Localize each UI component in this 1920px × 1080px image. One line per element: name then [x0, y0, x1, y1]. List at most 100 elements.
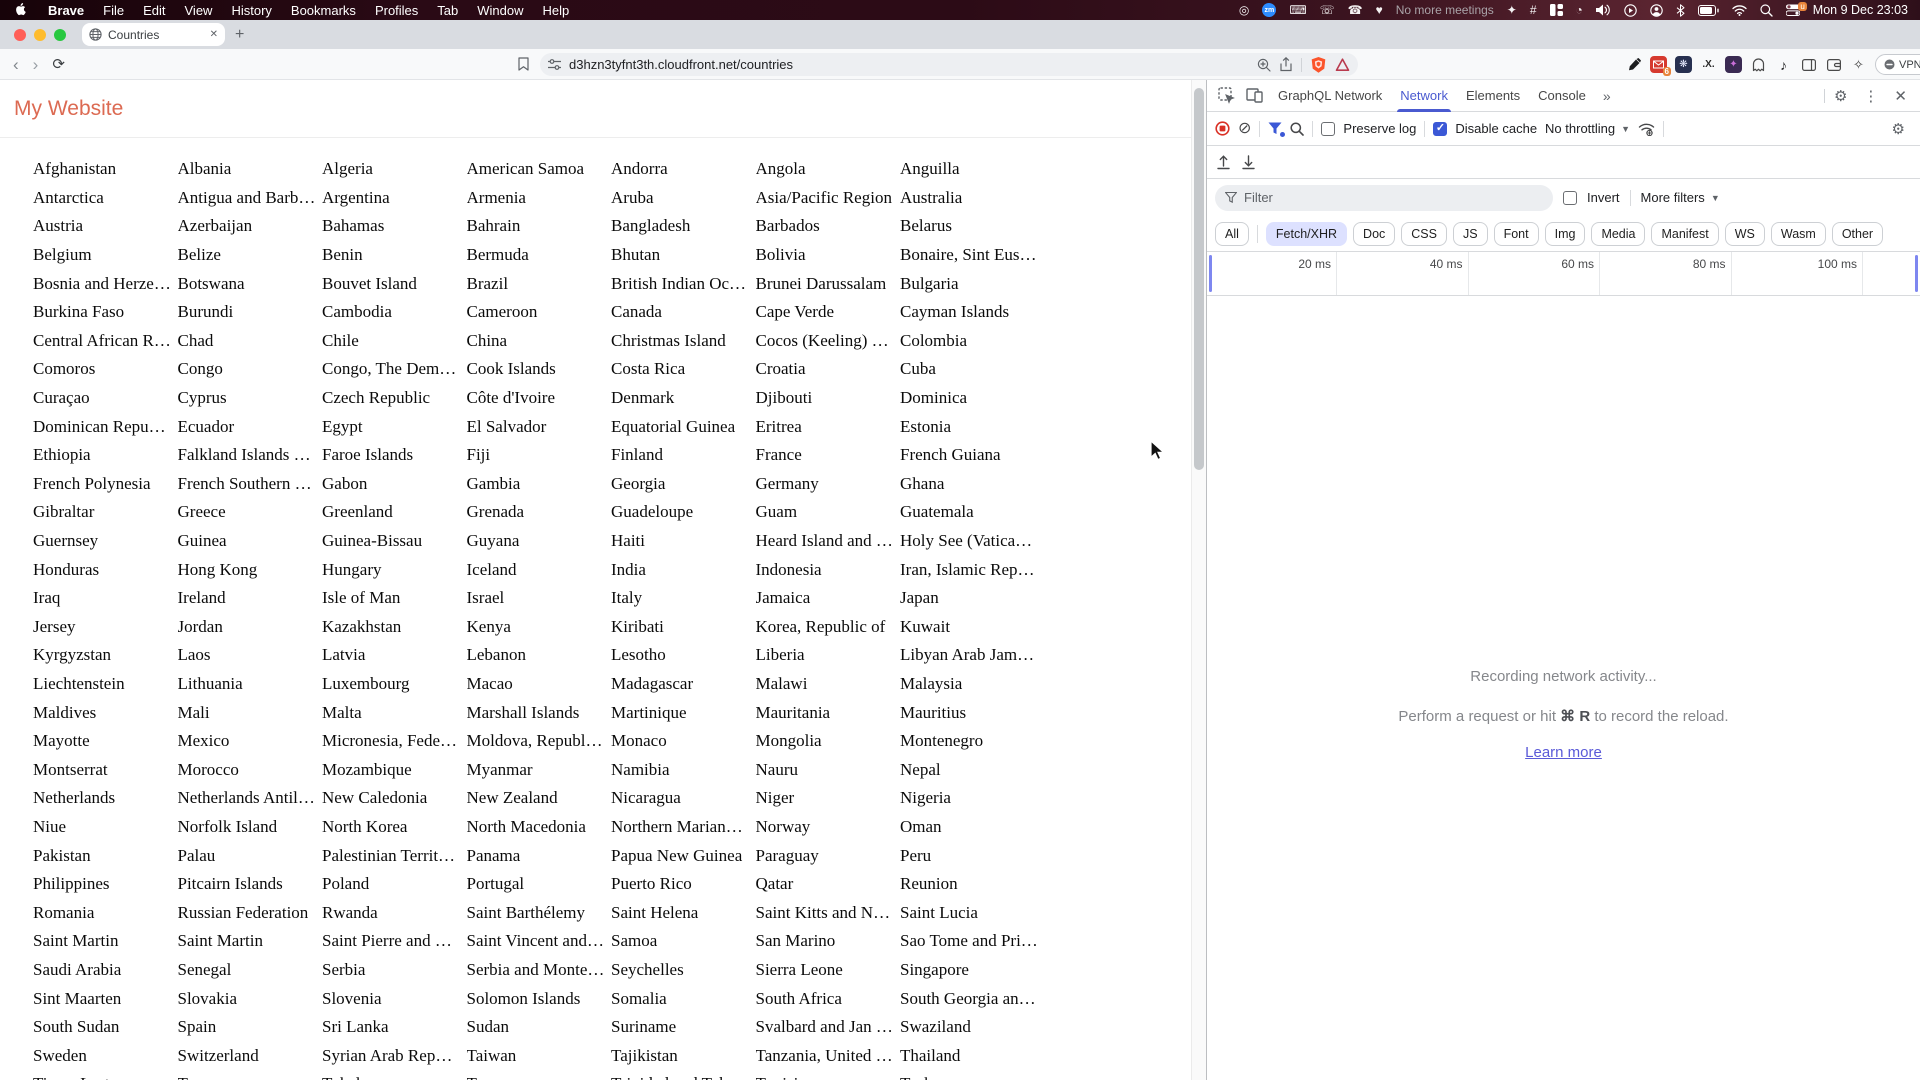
- music-extension-icon[interactable]: ♪: [1775, 56, 1792, 73]
- devtools-tab-console[interactable]: Console: [1529, 80, 1595, 112]
- vpn-button[interactable]: VPN: [1875, 54, 1920, 75]
- menu-tab[interactable]: Tab: [437, 3, 458, 18]
- filter-chip-js[interactable]: JS: [1452, 221, 1488, 246]
- reload-button[interactable]: ⟳: [45, 57, 72, 72]
- screen-record-icon[interactable]: ◎: [1239, 4, 1249, 16]
- filter-chip-doc[interactable]: Doc: [1353, 221, 1396, 246]
- menu-file[interactable]: File: [103, 3, 124, 18]
- pattern-extension-icon[interactable]: ✦: [1725, 56, 1742, 73]
- record-network-log-button[interactable]: [1215, 121, 1230, 136]
- ghost-extension-icon[interactable]: [1750, 56, 1767, 73]
- devtools-close-icon[interactable]: ✕: [1887, 87, 1914, 105]
- preserve-log-label[interactable]: Preserve log: [1343, 121, 1416, 136]
- filter-chip-wasm[interactable]: Wasm: [1770, 221, 1826, 246]
- pinwheel-icon[interactable]: ✦: [1507, 4, 1517, 16]
- filter-toggle-icon[interactable]: [1268, 122, 1286, 137]
- clock-menubar-icon[interactable]: ◔: [1576, 4, 1583, 16]
- leo-ai-icon[interactable]: ✧: [1850, 56, 1867, 73]
- wifi-icon[interactable]: [1732, 4, 1747, 16]
- spotlight-search-icon[interactable]: [1760, 3, 1773, 17]
- more-tabs-icon[interactable]: »: [1597, 88, 1617, 104]
- invert-label[interactable]: Invert: [1587, 190, 1620, 205]
- hash-icon[interactable]: #: [1530, 4, 1537, 16]
- clear-network-log-icon[interactable]: ⊘: [1238, 120, 1251, 137]
- tab-close-icon[interactable]: ✕: [210, 29, 218, 40]
- sidebar-extension-icon[interactable]: [1800, 56, 1817, 73]
- invert-checkbox[interactable]: [1563, 190, 1577, 205]
- filter-chip-media[interactable]: Media: [1591, 221, 1646, 246]
- menu-bookmarks[interactable]: Bookmarks: [291, 3, 356, 18]
- address-bar[interactable]: d3hzn3tyfnt3th.cloudfront.net/countries: [540, 53, 1358, 76]
- menu-profiles[interactable]: Profiles: [375, 3, 418, 18]
- user-account-icon[interactable]: [1650, 3, 1663, 17]
- devtools-settings-icon[interactable]: ⚙: [1827, 87, 1854, 105]
- share-icon[interactable]: [1280, 57, 1292, 72]
- menu-edit[interactable]: Edit: [143, 3, 165, 18]
- brave-rewards-icon[interactable]: [1335, 57, 1350, 72]
- scrollbar-thumb[interactable]: [1194, 88, 1204, 470]
- more-filters-dropdown[interactable]: More filters ▼: [1641, 190, 1720, 205]
- site-title[interactable]: My Website: [14, 97, 123, 121]
- zoom-page-icon[interactable]: [1257, 58, 1271, 72]
- learn-more-link[interactable]: Learn more: [1525, 744, 1602, 761]
- devtools-tab-network[interactable]: Network: [1391, 80, 1457, 112]
- disable-cache-checkbox[interactable]: [1433, 121, 1448, 136]
- control-center-icon[interactable]: u: [1785, 2, 1807, 16]
- timeline-right-handle[interactable]: [1915, 255, 1918, 292]
- filter-chip-img[interactable]: Img: [1544, 221, 1586, 246]
- phone-lock-icon[interactable]: ☏: [1320, 4, 1335, 16]
- tab-countries[interactable]: Countries ✕: [82, 23, 225, 46]
- eyedropper-extension-icon[interactable]: [1625, 56, 1642, 73]
- atom-extension-icon[interactable]: ❋: [1675, 56, 1692, 73]
- disable-cache-label[interactable]: Disable cache: [1455, 121, 1537, 136]
- email-extension-icon[interactable]: 6: [1650, 56, 1671, 76]
- filter-chip-all[interactable]: All: [1215, 221, 1249, 246]
- menu-view[interactable]: View: [185, 3, 213, 18]
- page-scrollbar[interactable]: [1191, 80, 1206, 1080]
- new-tab-button[interactable]: +: [235, 26, 244, 43]
- menu-help[interactable]: Help: [543, 3, 570, 18]
- keyboard-icon[interactable]: ⌨: [1289, 4, 1306, 16]
- filter-chip-manifest[interactable]: Manifest: [1651, 221, 1719, 246]
- filter-chip-font[interactable]: Font: [1493, 221, 1539, 246]
- window-close-button[interactable]: [14, 28, 26, 41]
- zoom-app-icon[interactable]: zm: [1262, 3, 1277, 17]
- window-zoom-button[interactable]: [54, 28, 66, 41]
- apple-menu-icon[interactable]: [16, 3, 29, 17]
- play-circle-icon[interactable]: [1624, 3, 1637, 17]
- phone-app-icon[interactable]: ☎: [1348, 4, 1363, 16]
- network-filter-input[interactable]: Filter: [1215, 184, 1553, 211]
- menu-window[interactable]: Window: [477, 3, 523, 18]
- search-network-icon[interactable]: [1290, 121, 1305, 136]
- filter-chip-fetch-xhr[interactable]: Fetch/XHR: [1265, 221, 1348, 246]
- meeting-status-text[interactable]: No more meetings: [1396, 3, 1494, 17]
- x-extension-icon[interactable]: .X.: [1700, 56, 1717, 73]
- export-har-icon[interactable]: [1242, 154, 1255, 170]
- heart-icon[interactable]: ♥: [1376, 4, 1383, 16]
- timeline-left-handle[interactable]: [1209, 255, 1212, 292]
- url-text[interactable]: d3hzn3tyfnt3th.cloudfront.net/countries: [569, 57, 1249, 72]
- import-har-icon[interactable]: [1217, 154, 1230, 170]
- inspect-element-icon[interactable]: [1213, 83, 1239, 109]
- brave-shields-icon[interactable]: [1311, 56, 1326, 73]
- devtools-tab-graphql-network[interactable]: GraphQL Network: [1269, 80, 1391, 112]
- filter-chip-ws[interactable]: WS: [1724, 221, 1765, 246]
- bluetooth-icon[interactable]: [1676, 3, 1685, 17]
- volume-icon[interactable]: [1595, 4, 1611, 16]
- devtools-tab-elements[interactable]: Elements: [1457, 80, 1529, 112]
- wallet-extension-icon[interactable]: [1825, 56, 1842, 73]
- filter-chip-other[interactable]: Other: [1831, 221, 1884, 246]
- preserve-log-checkbox[interactable]: [1321, 121, 1336, 136]
- menu-history[interactable]: History: [231, 3, 271, 18]
- network-conditions-icon[interactable]: [1638, 122, 1655, 136]
- battery-icon[interactable]: [1697, 4, 1719, 16]
- menu-brave[interactable]: Brave: [48, 3, 84, 18]
- throttling-dropdown[interactable]: No throttling ▼: [1545, 121, 1630, 136]
- window-layout-icon[interactable]: [1549, 4, 1563, 16]
- site-settings-icon[interactable]: [548, 59, 561, 70]
- bookmark-icon[interactable]: [518, 57, 529, 71]
- device-toolbar-icon[interactable]: [1241, 83, 1267, 109]
- filter-chip-css[interactable]: CSS: [1401, 221, 1447, 246]
- back-button[interactable]: ‹: [6, 56, 26, 73]
- forward-button[interactable]: ›: [26, 56, 46, 73]
